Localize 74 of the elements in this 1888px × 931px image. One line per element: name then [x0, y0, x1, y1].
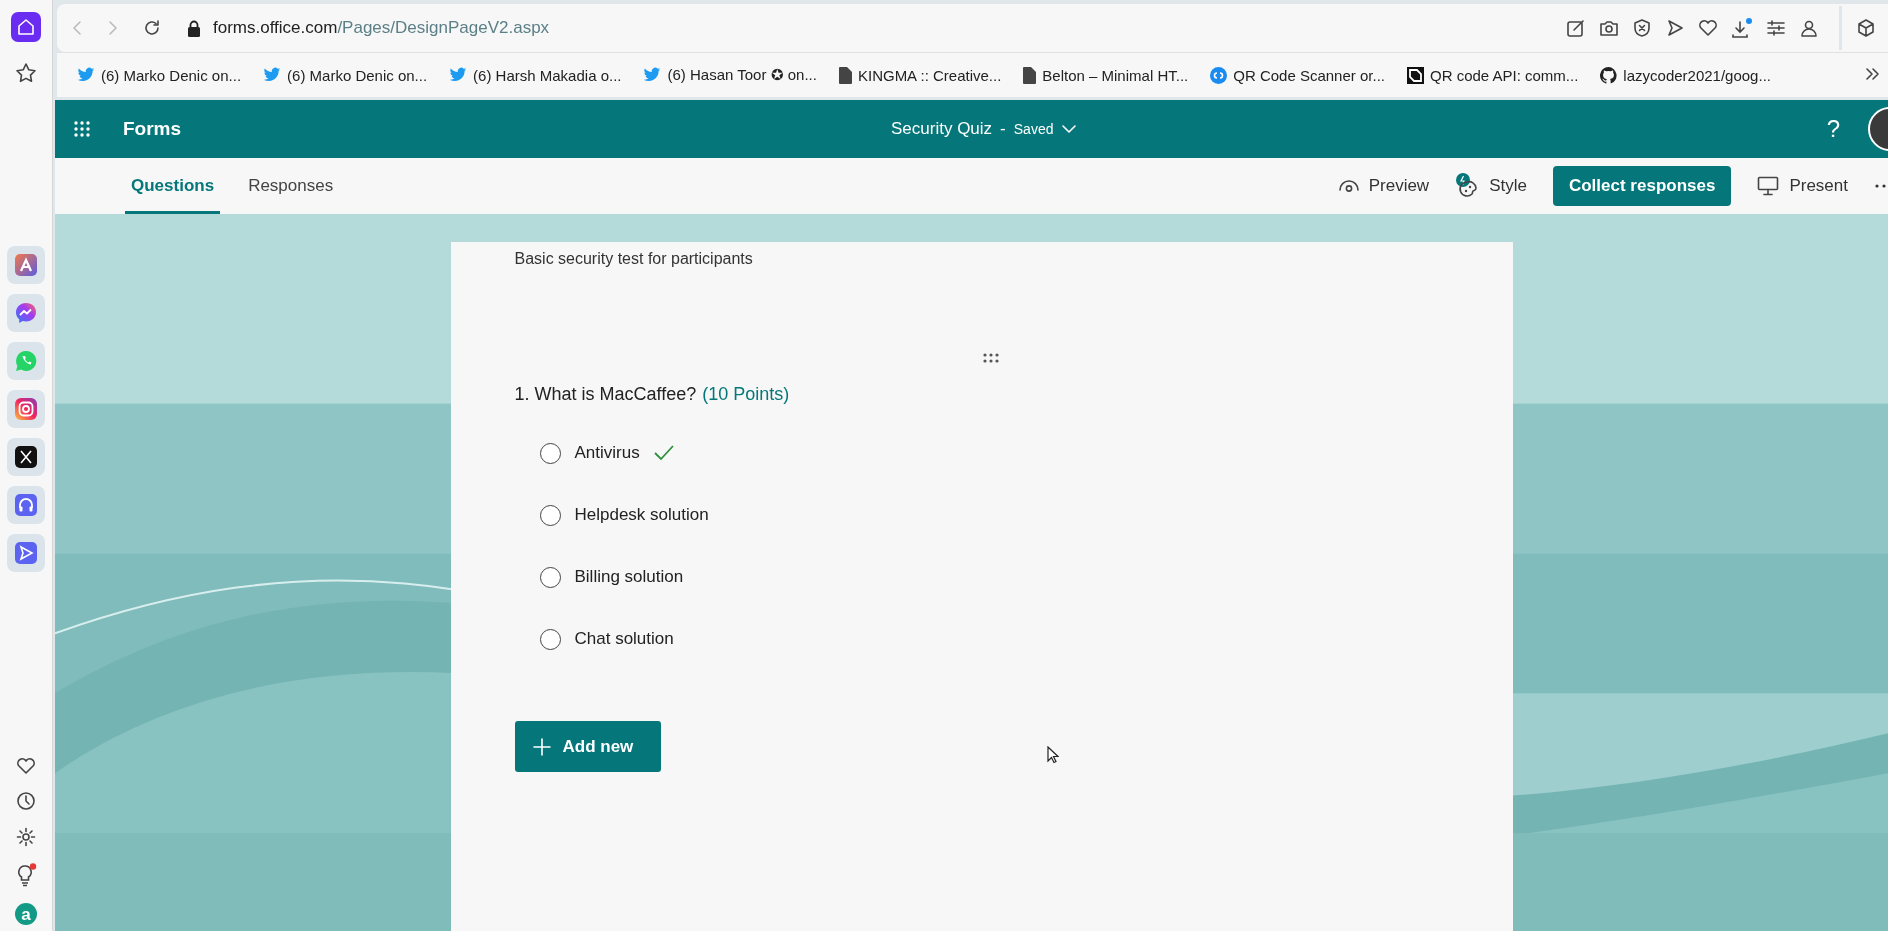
drag-handle-icon[interactable] [981, 352, 1000, 364]
form-description: Basic security test for participants [514, 250, 754, 268]
mouse-pointer-icon [1047, 746, 1059, 764]
option-label: Billing solution [574, 567, 684, 587]
home-icon [16, 17, 36, 37]
option-label: Chat solution [574, 629, 674, 649]
palette-icon [1455, 173, 1480, 199]
form-title[interactable]: Security Quiz [891, 119, 993, 139]
heart-icon[interactable] [16, 757, 36, 775]
tab[interactable]: Responses [242, 158, 340, 214]
bookmark-link[interactable]: (6) Marko Denic on... [263, 66, 428, 84]
x-logo-icon[interactable] [7, 438, 45, 476]
octocat-icon [1600, 66, 1618, 84]
home-button[interactable] [11, 12, 41, 42]
add-new-button[interactable]: Add new [514, 721, 662, 772]
cube-icon[interactable] [1856, 18, 1876, 38]
shield-icon[interactable] [1632, 18, 1652, 38]
radio-button[interactable] [539, 442, 561, 464]
radio-button[interactable] [539, 628, 561, 650]
document-icon [838, 66, 852, 84]
account-avatar[interactable]: a [15, 903, 37, 925]
heart-icon[interactable] [1698, 18, 1718, 38]
bird-icon [77, 67, 95, 83]
present-button[interactable]: Present [1757, 176, 1848, 196]
more-icon[interactable] [1874, 183, 1888, 189]
radio-button[interactable] [539, 504, 561, 526]
document-icon [1023, 66, 1037, 84]
option-label: Antivirus [574, 443, 640, 463]
lock-icon[interactable] [187, 19, 201, 37]
reload-icon[interactable] [143, 19, 161, 37]
bookmark-link[interactable]: (6) Hasan Toor ✪ on... [643, 66, 817, 84]
question-text: 1. What is MacCaffee? [514, 384, 697, 405]
app-name: Forms [123, 118, 182, 140]
bookmark-link[interactable]: (6) Marko Denic on... [77, 66, 242, 84]
messenger-icon[interactable] [7, 294, 45, 332]
bird-icon [449, 67, 468, 83]
bird-icon [643, 67, 662, 83]
bird-icon [263, 67, 282, 83]
send-icon[interactable] [7, 534, 45, 572]
download-icon[interactable] [1731, 17, 1753, 39]
help-button[interactable]: ? [1826, 115, 1840, 143]
headphones-icon[interactable] [7, 486, 45, 524]
bookmark-link[interactable]: QR code API: comm... [1406, 66, 1579, 84]
camera-icon[interactable] [1599, 18, 1619, 38]
star-icon[interactable] [15, 62, 37, 84]
plus-icon [532, 737, 551, 756]
bookmark-link[interactable]: (6) Harsh Makadia o... [449, 66, 622, 84]
separator: - [1000, 119, 1006, 139]
lightbulb-icon[interactable] [15, 863, 37, 887]
chevrons-icon[interactable] [1864, 66, 1880, 81]
app-launcher-icon[interactable] [7, 246, 45, 284]
bookmark-link[interactable]: lazycoder2021/goog... [1600, 66, 1771, 84]
frame-logo-icon [1406, 66, 1424, 84]
save-status: Saved [1013, 121, 1054, 137]
monitor-icon [1757, 176, 1780, 196]
bookmark-link[interactable]: KINGMA :: Creative... [838, 66, 1002, 84]
play-icon[interactable] [1665, 18, 1685, 38]
edit-icon[interactable] [1566, 18, 1586, 38]
clock-icon[interactable] [16, 791, 36, 811]
preview-button[interactable]: Preview [1338, 176, 1430, 196]
collect-responses-button[interactable]: Collect responses [1552, 166, 1732, 206]
bookmark-link[interactable]: QR Code Scanner or... [1210, 66, 1385, 84]
bookmark-link[interactable]: Belton – Minimal HT... [1023, 66, 1189, 84]
app-grid-icon[interactable] [73, 120, 91, 138]
scanner-logo-icon [1210, 66, 1228, 84]
option-label: Helpdesk solution [574, 505, 709, 525]
chevron-down-icon[interactable] [1061, 124, 1078, 134]
radio-button[interactable] [539, 566, 561, 588]
style-button[interactable]: Style [1455, 173, 1527, 199]
camera-logo-icon[interactable] [7, 390, 45, 428]
eye-icon [1338, 179, 1359, 193]
sliders-icon[interactable] [1766, 18, 1786, 38]
question-points: (10 Points) [702, 384, 790, 405]
profile-icon[interactable] [1799, 18, 1819, 38]
